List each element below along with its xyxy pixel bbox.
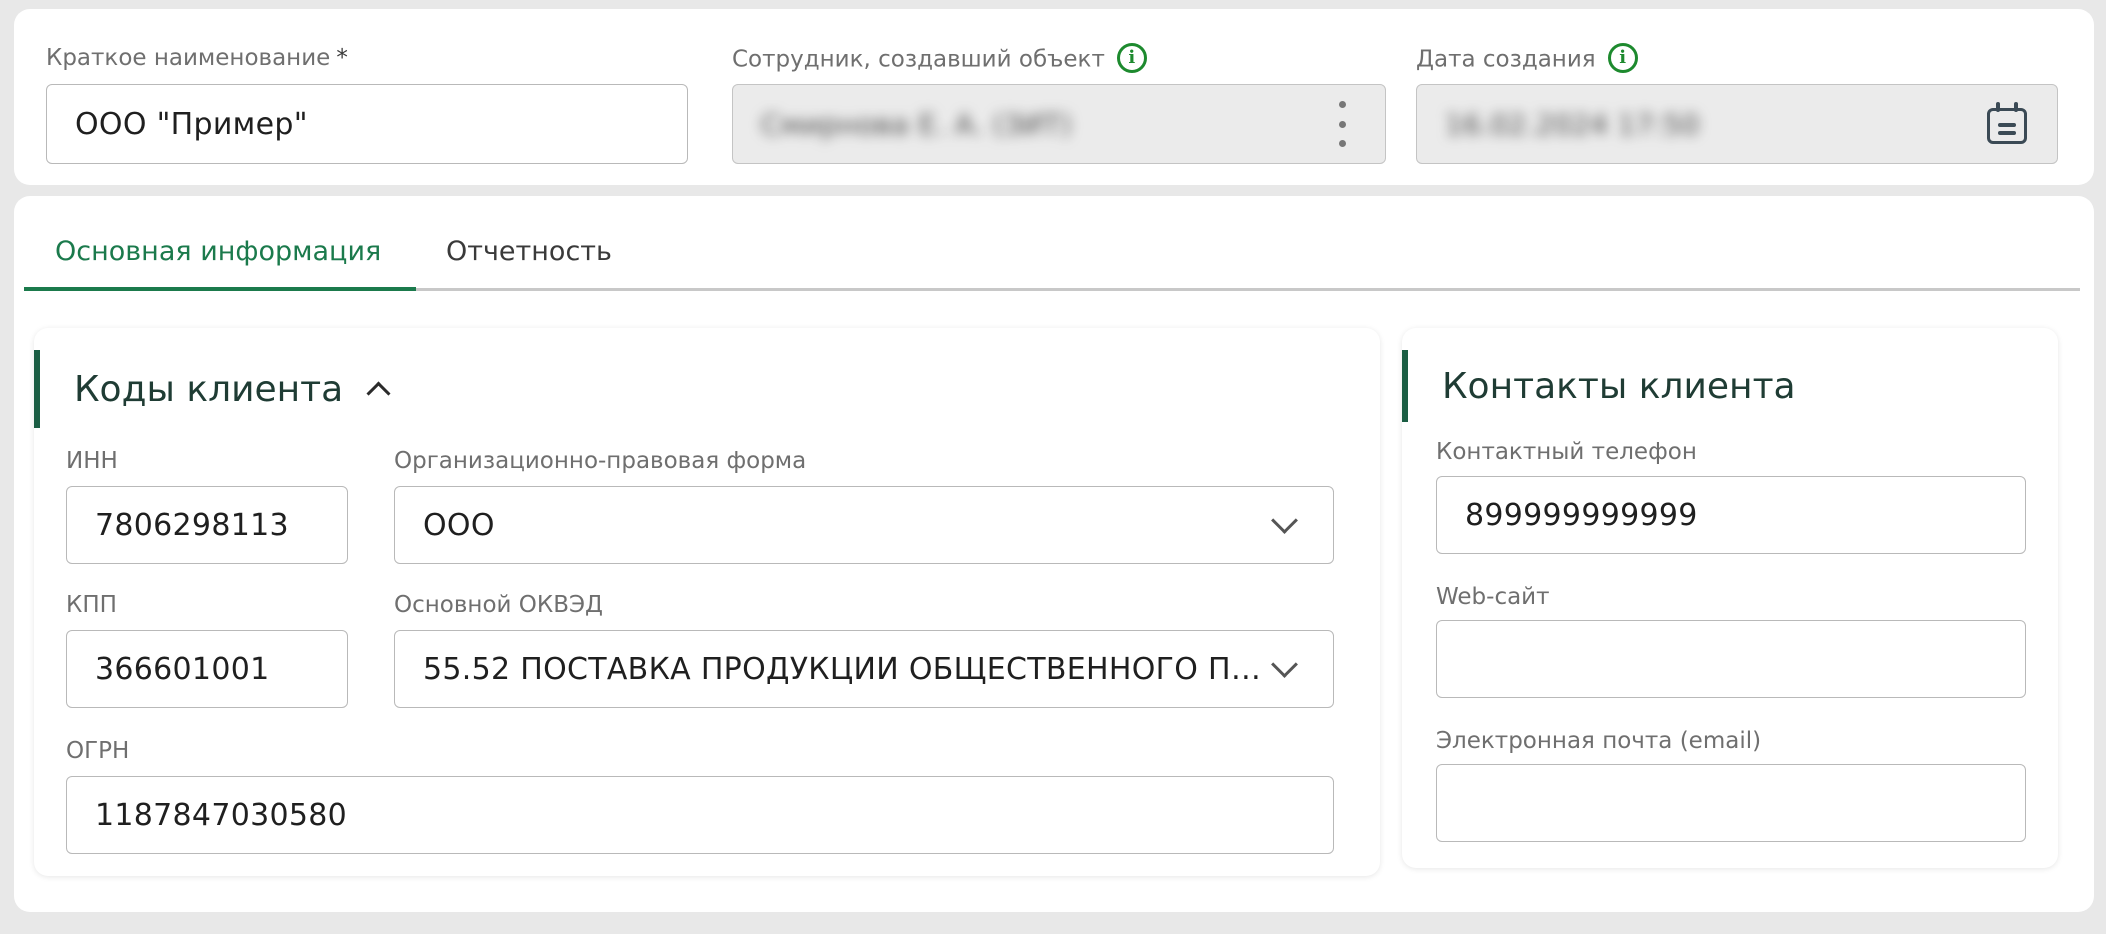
client-contacts-section: Контакты клиента Контактный телефон 8999… — [1402, 328, 2058, 868]
phone-input[interactable]: 899999999999 — [1436, 476, 2026, 554]
inn-input[interactable]: 7806298113 — [66, 486, 348, 564]
header-card: Краткое наименование * ООО "Пример" Сотру… — [14, 9, 2094, 185]
chevron-up-icon[interactable] — [361, 372, 395, 406]
website-label: Web-сайт — [1436, 584, 1550, 610]
created-date-field: 16.02.2024 17:50 — [1416, 84, 2058, 164]
chevron-down-icon[interactable] — [1265, 505, 1305, 545]
kpp-label: КПП — [66, 592, 117, 618]
email-label: Электронная почта (email) — [1436, 728, 1762, 754]
client-codes-title: Коды клиента — [74, 368, 344, 410]
short-name-input[interactable]: ООО "Пример" — [46, 84, 688, 164]
chevron-down-icon[interactable] — [1265, 649, 1305, 689]
client-codes-header[interactable]: Коды клиента — [34, 350, 395, 428]
tab-main-info[interactable]: Основная информация — [55, 238, 381, 265]
okved-select[interactable]: 55.52 ПОСТАВКА ПРОДУКЦИИ ОБЩЕСТВЕННОГО П… — [394, 630, 1334, 708]
info-icon[interactable]: i — [1607, 43, 1638, 73]
main-card: Основная информация Отчетность Коды клие… — [14, 196, 2094, 912]
legal-form-label: Организационно-правовая форма — [394, 448, 807, 474]
info-icon[interactable]: i — [1116, 43, 1147, 73]
email-input[interactable] — [1436, 764, 2026, 842]
tab-reports[interactable]: Отчетность — [446, 238, 612, 265]
client-contacts-title: Контакты клиента — [1442, 365, 1796, 407]
kpp-input[interactable]: 366601001 — [66, 630, 348, 708]
ogrn-label: ОГРН — [66, 738, 130, 764]
calendar-icon[interactable] — [1985, 102, 2029, 146]
website-input[interactable] — [1436, 620, 2026, 698]
ogrn-input[interactable]: 1187847030580 — [66, 776, 1334, 854]
creator-field: Смирнова Е. А. (ЗИТ) — [732, 84, 1386, 164]
legal-form-select[interactable]: ООО — [394, 486, 1334, 564]
creator-label: Сотрудник, создавший объект i — [732, 43, 1147, 73]
inn-label: ИНН — [66, 448, 118, 474]
client-codes-section: Коды клиента ИНН 7806298113 Организацион… — [34, 328, 1380, 876]
created-date-label: Дата создания i — [1416, 43, 1638, 73]
client-contacts-header: Контакты клиента — [1402, 350, 1796, 422]
phone-label: Контактный телефон — [1436, 439, 1697, 465]
okved-label: Основной ОКВЭД — [394, 592, 604, 618]
active-tab-indicator — [24, 287, 416, 291]
short-name-label: Краткое наименование * — [46, 45, 348, 71]
kebab-menu-icon[interactable] — [1327, 101, 1357, 147]
